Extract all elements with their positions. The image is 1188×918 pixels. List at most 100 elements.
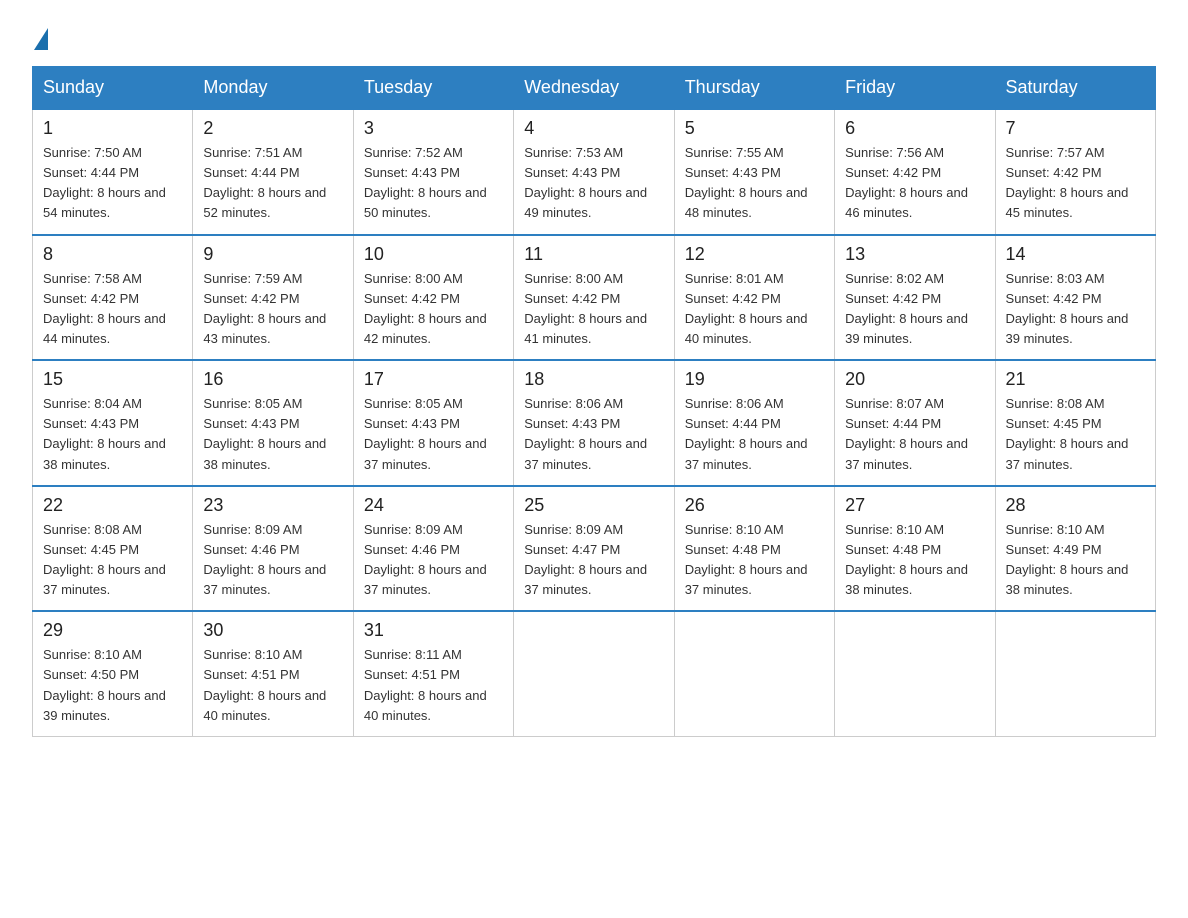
calendar-header: SundayMondayTuesdayWednesdayThursdayFrid… [33,67,1156,110]
calendar-cell: 2 Sunrise: 7:51 AMSunset: 4:44 PMDayligh… [193,109,353,235]
day-info: Sunrise: 8:09 AMSunset: 4:46 PMDaylight:… [203,522,326,597]
calendar-cell: 14 Sunrise: 8:03 AMSunset: 4:42 PMDaylig… [995,235,1155,361]
calendar-cell: 19 Sunrise: 8:06 AMSunset: 4:44 PMDaylig… [674,360,834,486]
day-number: 31 [364,620,503,641]
calendar-cell: 23 Sunrise: 8:09 AMSunset: 4:46 PMDaylig… [193,486,353,612]
day-info: Sunrise: 8:06 AMSunset: 4:44 PMDaylight:… [685,396,808,471]
day-info: Sunrise: 8:08 AMSunset: 4:45 PMDaylight:… [1006,396,1129,471]
calendar-cell: 5 Sunrise: 7:55 AMSunset: 4:43 PMDayligh… [674,109,834,235]
day-number: 21 [1006,369,1145,390]
calendar-cell: 29 Sunrise: 8:10 AMSunset: 4:50 PMDaylig… [33,611,193,736]
calendar-cell [674,611,834,736]
day-number: 4 [524,118,663,139]
day-number: 15 [43,369,182,390]
calendar-cell: 7 Sunrise: 7:57 AMSunset: 4:42 PMDayligh… [995,109,1155,235]
day-info: Sunrise: 8:00 AMSunset: 4:42 PMDaylight:… [364,271,487,346]
day-info: Sunrise: 8:11 AMSunset: 4:51 PMDaylight:… [364,647,487,722]
weekday-header-thursday: Thursday [674,67,834,110]
day-info: Sunrise: 8:01 AMSunset: 4:42 PMDaylight:… [685,271,808,346]
weekday-row: SundayMondayTuesdayWednesdayThursdayFrid… [33,67,1156,110]
day-info: Sunrise: 8:05 AMSunset: 4:43 PMDaylight:… [203,396,326,471]
day-number: 3 [364,118,503,139]
calendar-cell: 6 Sunrise: 7:56 AMSunset: 4:42 PMDayligh… [835,109,995,235]
day-info: Sunrise: 7:57 AMSunset: 4:42 PMDaylight:… [1006,145,1129,220]
day-number: 19 [685,369,824,390]
week-row-1: 1 Sunrise: 7:50 AMSunset: 4:44 PMDayligh… [33,109,1156,235]
calendar-cell: 8 Sunrise: 7:58 AMSunset: 4:42 PMDayligh… [33,235,193,361]
day-info: Sunrise: 8:10 AMSunset: 4:48 PMDaylight:… [845,522,968,597]
day-info: Sunrise: 8:09 AMSunset: 4:46 PMDaylight:… [364,522,487,597]
calendar-cell: 11 Sunrise: 8:00 AMSunset: 4:42 PMDaylig… [514,235,674,361]
calendar-cell: 3 Sunrise: 7:52 AMSunset: 4:43 PMDayligh… [353,109,513,235]
calendar-cell: 9 Sunrise: 7:59 AMSunset: 4:42 PMDayligh… [193,235,353,361]
day-info: Sunrise: 8:09 AMSunset: 4:47 PMDaylight:… [524,522,647,597]
day-info: Sunrise: 7:59 AMSunset: 4:42 PMDaylight:… [203,271,326,346]
day-info: Sunrise: 8:08 AMSunset: 4:45 PMDaylight:… [43,522,166,597]
day-number: 20 [845,369,984,390]
calendar-cell: 10 Sunrise: 8:00 AMSunset: 4:42 PMDaylig… [353,235,513,361]
day-number: 7 [1006,118,1145,139]
logo [32,24,48,50]
day-info: Sunrise: 7:53 AMSunset: 4:43 PMDaylight:… [524,145,647,220]
header [32,24,1156,50]
week-row-5: 29 Sunrise: 8:10 AMSunset: 4:50 PMDaylig… [33,611,1156,736]
day-number: 8 [43,244,182,265]
day-info: Sunrise: 8:03 AMSunset: 4:42 PMDaylight:… [1006,271,1129,346]
day-info: Sunrise: 8:10 AMSunset: 4:48 PMDaylight:… [685,522,808,597]
day-number: 5 [685,118,824,139]
day-info: Sunrise: 7:56 AMSunset: 4:42 PMDaylight:… [845,145,968,220]
calendar-cell: 18 Sunrise: 8:06 AMSunset: 4:43 PMDaylig… [514,360,674,486]
calendar-cell: 24 Sunrise: 8:09 AMSunset: 4:46 PMDaylig… [353,486,513,612]
calendar-cell: 13 Sunrise: 8:02 AMSunset: 4:42 PMDaylig… [835,235,995,361]
calendar-cell: 17 Sunrise: 8:05 AMSunset: 4:43 PMDaylig… [353,360,513,486]
day-info: Sunrise: 8:00 AMSunset: 4:42 PMDaylight:… [524,271,647,346]
day-number: 17 [364,369,503,390]
weekday-header-wednesday: Wednesday [514,67,674,110]
day-info: Sunrise: 8:04 AMSunset: 4:43 PMDaylight:… [43,396,166,471]
day-number: 1 [43,118,182,139]
day-number: 18 [524,369,663,390]
day-number: 26 [685,495,824,516]
calendar-cell: 30 Sunrise: 8:10 AMSunset: 4:51 PMDaylig… [193,611,353,736]
calendar-cell: 27 Sunrise: 8:10 AMSunset: 4:48 PMDaylig… [835,486,995,612]
weekday-header-saturday: Saturday [995,67,1155,110]
calendar-cell: 15 Sunrise: 8:04 AMSunset: 4:43 PMDaylig… [33,360,193,486]
day-number: 29 [43,620,182,641]
week-row-2: 8 Sunrise: 7:58 AMSunset: 4:42 PMDayligh… [33,235,1156,361]
calendar-cell [995,611,1155,736]
day-number: 30 [203,620,342,641]
day-info: Sunrise: 8:06 AMSunset: 4:43 PMDaylight:… [524,396,647,471]
weekday-header-tuesday: Tuesday [353,67,513,110]
day-number: 11 [524,244,663,265]
day-info: Sunrise: 7:52 AMSunset: 4:43 PMDaylight:… [364,145,487,220]
day-number: 14 [1006,244,1145,265]
day-number: 13 [845,244,984,265]
calendar-cell: 16 Sunrise: 8:05 AMSunset: 4:43 PMDaylig… [193,360,353,486]
calendar-cell: 1 Sunrise: 7:50 AMSunset: 4:44 PMDayligh… [33,109,193,235]
day-number: 27 [845,495,984,516]
calendar-cell: 25 Sunrise: 8:09 AMSunset: 4:47 PMDaylig… [514,486,674,612]
day-number: 22 [43,495,182,516]
day-number: 24 [364,495,503,516]
calendar-cell: 31 Sunrise: 8:11 AMSunset: 4:51 PMDaylig… [353,611,513,736]
day-number: 28 [1006,495,1145,516]
day-info: Sunrise: 8:10 AMSunset: 4:50 PMDaylight:… [43,647,166,722]
day-number: 9 [203,244,342,265]
calendar-table: SundayMondayTuesdayWednesdayThursdayFrid… [32,66,1156,737]
week-row-3: 15 Sunrise: 8:04 AMSunset: 4:43 PMDaylig… [33,360,1156,486]
weekday-header-sunday: Sunday [33,67,193,110]
calendar-cell [514,611,674,736]
day-info: Sunrise: 7:55 AMSunset: 4:43 PMDaylight:… [685,145,808,220]
day-number: 10 [364,244,503,265]
day-info: Sunrise: 8:07 AMSunset: 4:44 PMDaylight:… [845,396,968,471]
calendar-cell: 4 Sunrise: 7:53 AMSunset: 4:43 PMDayligh… [514,109,674,235]
day-info: Sunrise: 8:10 AMSunset: 4:51 PMDaylight:… [203,647,326,722]
calendar-body: 1 Sunrise: 7:50 AMSunset: 4:44 PMDayligh… [33,109,1156,736]
week-row-4: 22 Sunrise: 8:08 AMSunset: 4:45 PMDaylig… [33,486,1156,612]
day-number: 12 [685,244,824,265]
day-info: Sunrise: 8:02 AMSunset: 4:42 PMDaylight:… [845,271,968,346]
day-info: Sunrise: 8:10 AMSunset: 4:49 PMDaylight:… [1006,522,1129,597]
day-info: Sunrise: 8:05 AMSunset: 4:43 PMDaylight:… [364,396,487,471]
calendar-cell: 21 Sunrise: 8:08 AMSunset: 4:45 PMDaylig… [995,360,1155,486]
day-number: 6 [845,118,984,139]
